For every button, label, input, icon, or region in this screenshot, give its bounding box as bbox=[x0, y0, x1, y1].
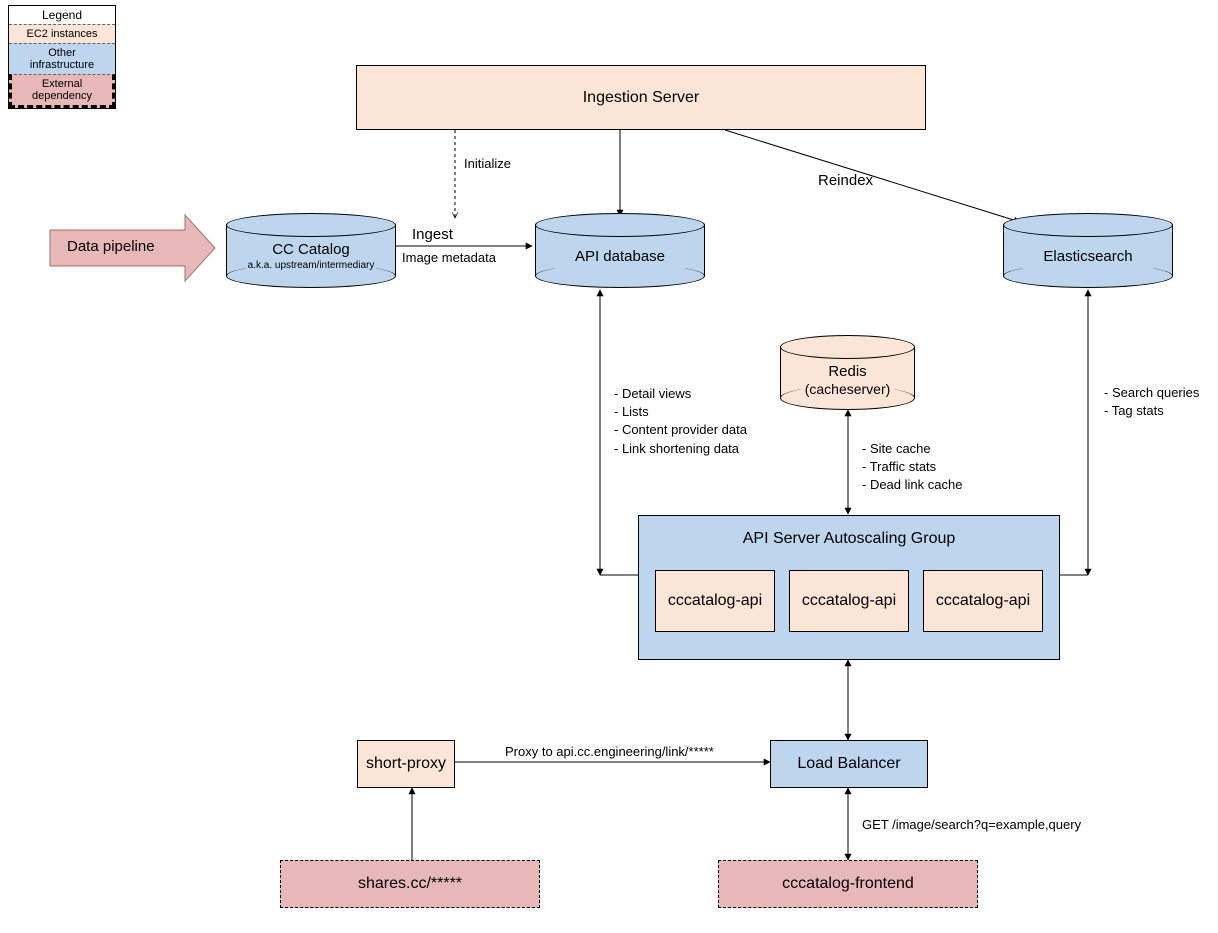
load-balancer: Load Balancer bbox=[770, 740, 928, 788]
api-instance-2-label: cccatalog-api bbox=[802, 592, 896, 610]
api-instance-3: cccatalog-api bbox=[923, 570, 1043, 632]
elasticsearch-label: Elasticsearch bbox=[1003, 248, 1173, 265]
legend-ext: External dependency bbox=[9, 74, 115, 108]
frontend-label: cccatalog-frontend bbox=[782, 875, 914, 893]
ingestion-server-label: Ingestion Server bbox=[583, 89, 700, 107]
api-instance-1-label: cccatalog-api bbox=[668, 592, 762, 610]
api-database-cylinder: API database bbox=[535, 213, 705, 288]
api-database-label: API database bbox=[535, 248, 705, 265]
ingest-sub: Image metadata bbox=[402, 250, 496, 265]
redis-cylinder: Redis (cacheserver) bbox=[780, 335, 915, 410]
legend-infra: Other infrastructure bbox=[9, 43, 115, 74]
cc-catalog-sub: a.k.a. upstream/intermediary bbox=[226, 260, 396, 271]
redis-note-1: - Traffic stats bbox=[862, 458, 962, 476]
es-note-0: - Search queries bbox=[1104, 384, 1199, 402]
cccatalog-frontend: cccatalog-frontend bbox=[718, 860, 978, 908]
initialize-label: Initialize bbox=[464, 156, 511, 171]
legend-ec2: EC2 instances bbox=[9, 24, 115, 43]
es-notes: - Search queries - Tag stats bbox=[1104, 384, 1199, 420]
get-search-label: GET /image/search?q=example,query bbox=[862, 817, 1081, 832]
shares-cc: shares.cc/***** bbox=[280, 860, 540, 908]
api-instance-1: cccatalog-api bbox=[655, 570, 775, 632]
es-note-1: - Tag stats bbox=[1104, 402, 1199, 420]
api-instance-3-label: cccatalog-api bbox=[936, 592, 1030, 610]
shares-cc-label: shares.cc/***** bbox=[358, 875, 462, 893]
redis-note-0: - Site cache bbox=[862, 440, 962, 458]
short-proxy-label: short-proxy bbox=[366, 755, 446, 773]
redis-sub: (cacheserver) bbox=[780, 381, 915, 397]
autoscale-label: API Server Autoscaling Group bbox=[743, 530, 956, 548]
data-pipeline-label: Data pipeline bbox=[67, 238, 155, 255]
api-db-note-3: - Link shortening data bbox=[614, 440, 747, 458]
api-db-note-2: - Content provider data bbox=[614, 421, 747, 439]
ingestion-server: Ingestion Server bbox=[356, 65, 926, 130]
redis-note-2: - Dead link cache bbox=[862, 476, 962, 494]
cc-catalog-label: CC Catalog bbox=[226, 241, 396, 258]
redis-label: Redis bbox=[780, 363, 915, 380]
redis-notes: - Site cache - Traffic stats - Dead link… bbox=[862, 440, 962, 495]
legend: Legend EC2 instances Other infrastructur… bbox=[8, 5, 116, 109]
api-db-notes: - Detail views - Lists - Content provide… bbox=[614, 385, 747, 458]
proxy-label: Proxy to api.cc.engineering/link/***** bbox=[505, 744, 714, 759]
api-autoscaling-group: API Server Autoscaling Group cccatalog-a… bbox=[638, 515, 1060, 660]
elasticsearch-cylinder: Elasticsearch bbox=[1003, 213, 1173, 288]
load-balancer-label: Load Balancer bbox=[797, 755, 900, 773]
cc-catalog-cylinder: CC Catalog a.k.a. upstream/intermediary bbox=[226, 213, 396, 288]
ingest-label: Ingest bbox=[412, 226, 453, 243]
api-db-note-0: - Detail views bbox=[614, 385, 747, 403]
api-instance-2: cccatalog-api bbox=[789, 570, 909, 632]
reindex-label: Reindex bbox=[818, 172, 873, 189]
legend-title: Legend bbox=[9, 6, 115, 24]
api-db-note-1: - Lists bbox=[614, 403, 747, 421]
short-proxy: short-proxy bbox=[357, 740, 455, 788]
